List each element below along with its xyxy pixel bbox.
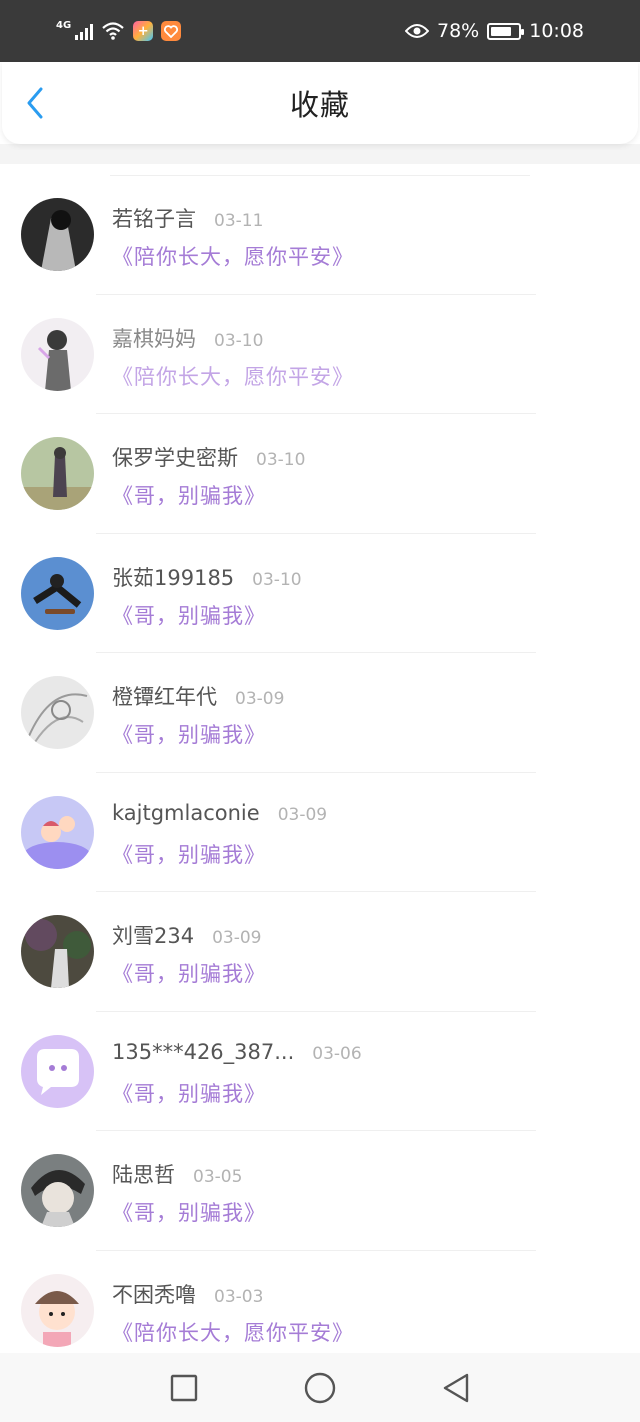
name-line: 若铭子言 03-11 bbox=[112, 203, 263, 233]
post-title-link[interactable]: 《哥，别骗我》 bbox=[112, 719, 266, 749]
avatar[interactable] bbox=[21, 676, 94, 749]
user-name[interactable]: 橙镡红年代 bbox=[112, 681, 217, 711]
back-icon bbox=[443, 1373, 469, 1402]
favorite-row[interactable]: 张茹199185 03-10 《哥，别骗我》 bbox=[0, 534, 640, 653]
post-date: 03-09 bbox=[235, 689, 285, 709]
system-back-button[interactable] bbox=[435, 1367, 477, 1409]
favorite-row[interactable]: 嘉棋妈妈 03-10 《陪你长大，愿你平安》 bbox=[0, 295, 640, 414]
favorites-list[interactable]: 若铭子言 03-11 《陪你长大，愿你平安》 嘉棋妈妈 03-10 《陪你长大，愿你平安》… bbox=[0, 175, 640, 1353]
name-line: 135***426_387... 03-06 bbox=[112, 1040, 362, 1064]
avatar[interactable] bbox=[21, 1034, 94, 1108]
home-button[interactable] bbox=[299, 1367, 341, 1409]
favorite-row[interactable]: 135***426_387... 03-06 《哥，别骗我》 bbox=[0, 1012, 640, 1131]
post-date: 03-09 bbox=[277, 804, 328, 825]
name-line: 刘雪234 03-09 bbox=[112, 920, 262, 950]
name-line: kajtgmlaconie 03-09 bbox=[112, 801, 327, 825]
network-type: 4G bbox=[56, 19, 72, 31]
status-bar: 4G + 78% 10:08 bbox=[0, 0, 640, 62]
app-notification-icon-2 bbox=[161, 21, 182, 41]
post-date: 03-10 bbox=[256, 450, 306, 470]
navigation-bar bbox=[0, 1353, 640, 1422]
header-gap bbox=[0, 144, 640, 164]
battery-percent: 78% bbox=[437, 20, 480, 42]
name-line: 陆思哲 03-05 bbox=[112, 1159, 242, 1189]
eye-icon bbox=[405, 24, 429, 38]
post-title-link[interactable]: 《哥，别骗我》 bbox=[112, 1197, 266, 1227]
home-icon bbox=[304, 1372, 336, 1403]
name-line: 橙镡红年代 03-09 bbox=[112, 681, 284, 711]
user-name[interactable]: 陆思哲 bbox=[112, 1159, 175, 1189]
page-title: 收藏 bbox=[289, 88, 350, 122]
favorite-row[interactable]: 不困秃噜 03-03 《陪你长大，愿你平安》 bbox=[0, 1251, 640, 1354]
name-line: 保罗学史密斯 03-10 bbox=[112, 442, 305, 472]
user-name[interactable]: 保罗学史密斯 bbox=[112, 442, 238, 472]
favorite-row[interactable]: 陆思哲 03-05 《哥，别骗我》 bbox=[0, 1131, 640, 1251]
post-title-link[interactable]: 《哥，别骗我》 bbox=[112, 480, 266, 510]
post-date: 03-09 bbox=[212, 928, 262, 948]
avatar[interactable] bbox=[21, 1154, 94, 1227]
avatar[interactable] bbox=[21, 437, 94, 510]
favorite-row[interactable]: 橙镡红年代 03-09 《哥，别骗我》 bbox=[0, 653, 640, 773]
avatar[interactable] bbox=[21, 556, 94, 630]
name-line: 不困秃噜 03-03 bbox=[112, 1279, 263, 1309]
post-title-link[interactable]: 《陪你长大，愿你平安》 bbox=[112, 241, 354, 271]
post-date: 03-03 bbox=[214, 1286, 264, 1307]
post-date: 03-05 bbox=[193, 1167, 243, 1187]
post-title-link[interactable]: 《哥，别骗我》 bbox=[112, 1078, 266, 1108]
post-date: 03-11 bbox=[214, 211, 264, 231]
avatar[interactable] bbox=[21, 1273, 94, 1347]
user-name[interactable]: 135***426_387... bbox=[112, 1040, 294, 1064]
chevron-left-icon bbox=[27, 87, 43, 119]
user-name[interactable]: kajtgmlaconie bbox=[112, 801, 260, 825]
back-button[interactable] bbox=[20, 86, 50, 120]
clock: 10:08 bbox=[529, 20, 584, 42]
signal-icon bbox=[75, 22, 94, 40]
post-title-link[interactable]: 《哥，别骗我》 bbox=[112, 839, 266, 869]
post-date: 03-10 bbox=[214, 330, 264, 351]
user-name[interactable]: 张茹199185 bbox=[112, 562, 234, 592]
name-line: 嘉棋妈妈 03-10 bbox=[112, 323, 263, 353]
post-title-link[interactable]: 《哥，别骗我》 bbox=[112, 958, 266, 988]
avatar[interactable] bbox=[21, 915, 94, 988]
header: 收藏 bbox=[2, 62, 638, 144]
user-name[interactable]: 嘉棋妈妈 bbox=[112, 323, 196, 353]
avatar[interactable] bbox=[21, 795, 94, 869]
name-line: 张茹199185 03-10 bbox=[112, 562, 302, 592]
favorite-row[interactable]: kajtgmlaconie 03-09 《哥，别骗我》 bbox=[0, 773, 640, 892]
post-title-link[interactable]: 《哥，别骗我》 bbox=[112, 600, 266, 630]
app-notification-icon: + bbox=[133, 21, 154, 41]
user-name[interactable]: 若铭子言 bbox=[112, 203, 196, 233]
battery-level bbox=[491, 26, 512, 36]
post-title-link[interactable]: 《陪你长大，愿你平安》 bbox=[112, 361, 354, 391]
wifi-icon bbox=[102, 22, 124, 40]
favorite-row[interactable]: 保罗学史密斯 03-10 《哥，别骗我》 bbox=[0, 414, 640, 534]
favorite-row[interactable]: 若铭子言 03-11 《陪你长大，愿你平安》 bbox=[0, 175, 640, 295]
post-title-link[interactable]: 《陪你长大，愿你平安》 bbox=[112, 1317, 354, 1347]
favorite-row[interactable]: 刘雪234 03-09 《哥，别骗我》 bbox=[0, 892, 640, 1012]
post-date: 03-10 bbox=[252, 569, 302, 590]
recent-apps-button[interactable] bbox=[163, 1367, 205, 1409]
post-date: 03-06 bbox=[312, 1043, 362, 1064]
battery-icon bbox=[487, 22, 525, 40]
user-name[interactable]: 刘雪234 bbox=[112, 920, 194, 950]
avatar[interactable] bbox=[21, 317, 94, 391]
avatar[interactable] bbox=[21, 198, 94, 271]
status-left: 4G + bbox=[56, 19, 182, 41]
status-right: 78% 10:08 bbox=[405, 20, 584, 42]
user-name[interactable]: 不困秃噜 bbox=[112, 1279, 196, 1309]
recent-apps-icon bbox=[170, 1374, 198, 1401]
